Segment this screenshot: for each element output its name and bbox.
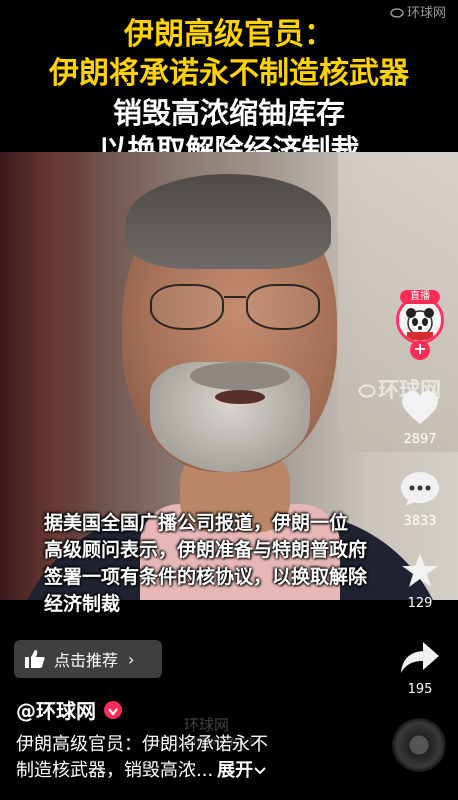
share-count: 195 bbox=[407, 682, 433, 697]
video-caption[interactable]: 伊朗高级官员：伊朗将承诺永不 制造核武器，销毁高浓... 展开 bbox=[16, 732, 366, 784]
subtitle-line-4: 经济制裁 bbox=[44, 593, 121, 615]
verified-badge-icon bbox=[104, 700, 122, 719]
caption-line-1: 伊朗高级官员：伊朗将承诺永不 bbox=[16, 734, 268, 755]
comment-icon bbox=[401, 472, 439, 506]
recommend-label: 点击推荐 bbox=[54, 651, 119, 670]
headline-line-1: 伊朗高级官员： bbox=[124, 17, 334, 52]
video-screen[interactable]: 环球网 伊朗高级官员： 伊朗将承诺永不制造核武器 销毁高浓缩铀库存 以换取解除经… bbox=[0, 0, 458, 800]
subtitle-line-3: 签署一项有条件的核协议，以换取解除 bbox=[44, 566, 368, 588]
star-icon bbox=[402, 554, 438, 587]
speaker-mouth bbox=[215, 390, 265, 404]
subtitle-line-1: 据美国全国广播公司报道，伊朗一位 bbox=[44, 512, 349, 534]
comment-count: 3833 bbox=[403, 514, 437, 529]
globe-logo-icon bbox=[390, 8, 404, 18]
speaker-hair bbox=[126, 174, 331, 269]
share-arrow-icon bbox=[401, 642, 439, 673]
subtitle-line-2: 高级顾问表示，伊朗准备与特朗普政府 bbox=[44, 539, 368, 561]
headline-line-2: 伊朗将承诺永不制造核武器 bbox=[49, 55, 409, 91]
music-disc-icon[interactable] bbox=[392, 718, 446, 772]
thumbs-up-icon bbox=[25, 650, 45, 668]
headline: 伊朗高级官员： 伊朗将承诺永不制造核武器 销毁高浓缩铀库存 以换取解除经济制裁 bbox=[0, 17, 458, 168]
recommend-button[interactable]: 点击推荐 › bbox=[14, 640, 162, 678]
favorite-count: 129 bbox=[407, 596, 433, 611]
headline-line-3: 销毁高浓缩铀库存 bbox=[112, 96, 345, 130]
follow-plus-icon[interactable]: + bbox=[410, 340, 430, 360]
caption-line-2-text: 制造核武器，销毁高浓... bbox=[16, 760, 214, 781]
speaker-moustache bbox=[190, 362, 290, 390]
caption-line-2: 制造核武器，销毁高浓... 展开 bbox=[16, 758, 366, 784]
expand-label[interactable]: 展开 bbox=[217, 760, 253, 781]
video-subtitle: 据美国全国广播公司报道，伊朗一位 高级顾问表示，伊朗准备与特朗普政府 签署一项有… bbox=[44, 510, 404, 618]
comment-button[interactable]: 3833 bbox=[392, 470, 448, 529]
chevron-down-icon bbox=[254, 767, 266, 775]
favorite-button[interactable]: 129 bbox=[392, 552, 448, 611]
speaker-glasses bbox=[140, 284, 330, 336]
like-count: 2897 bbox=[403, 432, 437, 447]
heart-icon bbox=[402, 391, 438, 424]
live-badge: 直播 bbox=[400, 290, 440, 304]
live-avatar[interactable]: 直播 + bbox=[392, 290, 448, 362]
like-button[interactable]: 2897 bbox=[392, 390, 448, 447]
author-name[interactable]: @环球网 bbox=[16, 695, 96, 724]
share-button[interactable]: 195 bbox=[392, 640, 448, 697]
expand-link[interactable]: 展开 bbox=[217, 760, 267, 781]
author-handle[interactable]: @环球网 bbox=[16, 695, 122, 724]
chevron-right-icon: › bbox=[128, 649, 135, 669]
panda-avatar-icon bbox=[399, 299, 441, 341]
globe-logo-icon bbox=[358, 384, 376, 398]
